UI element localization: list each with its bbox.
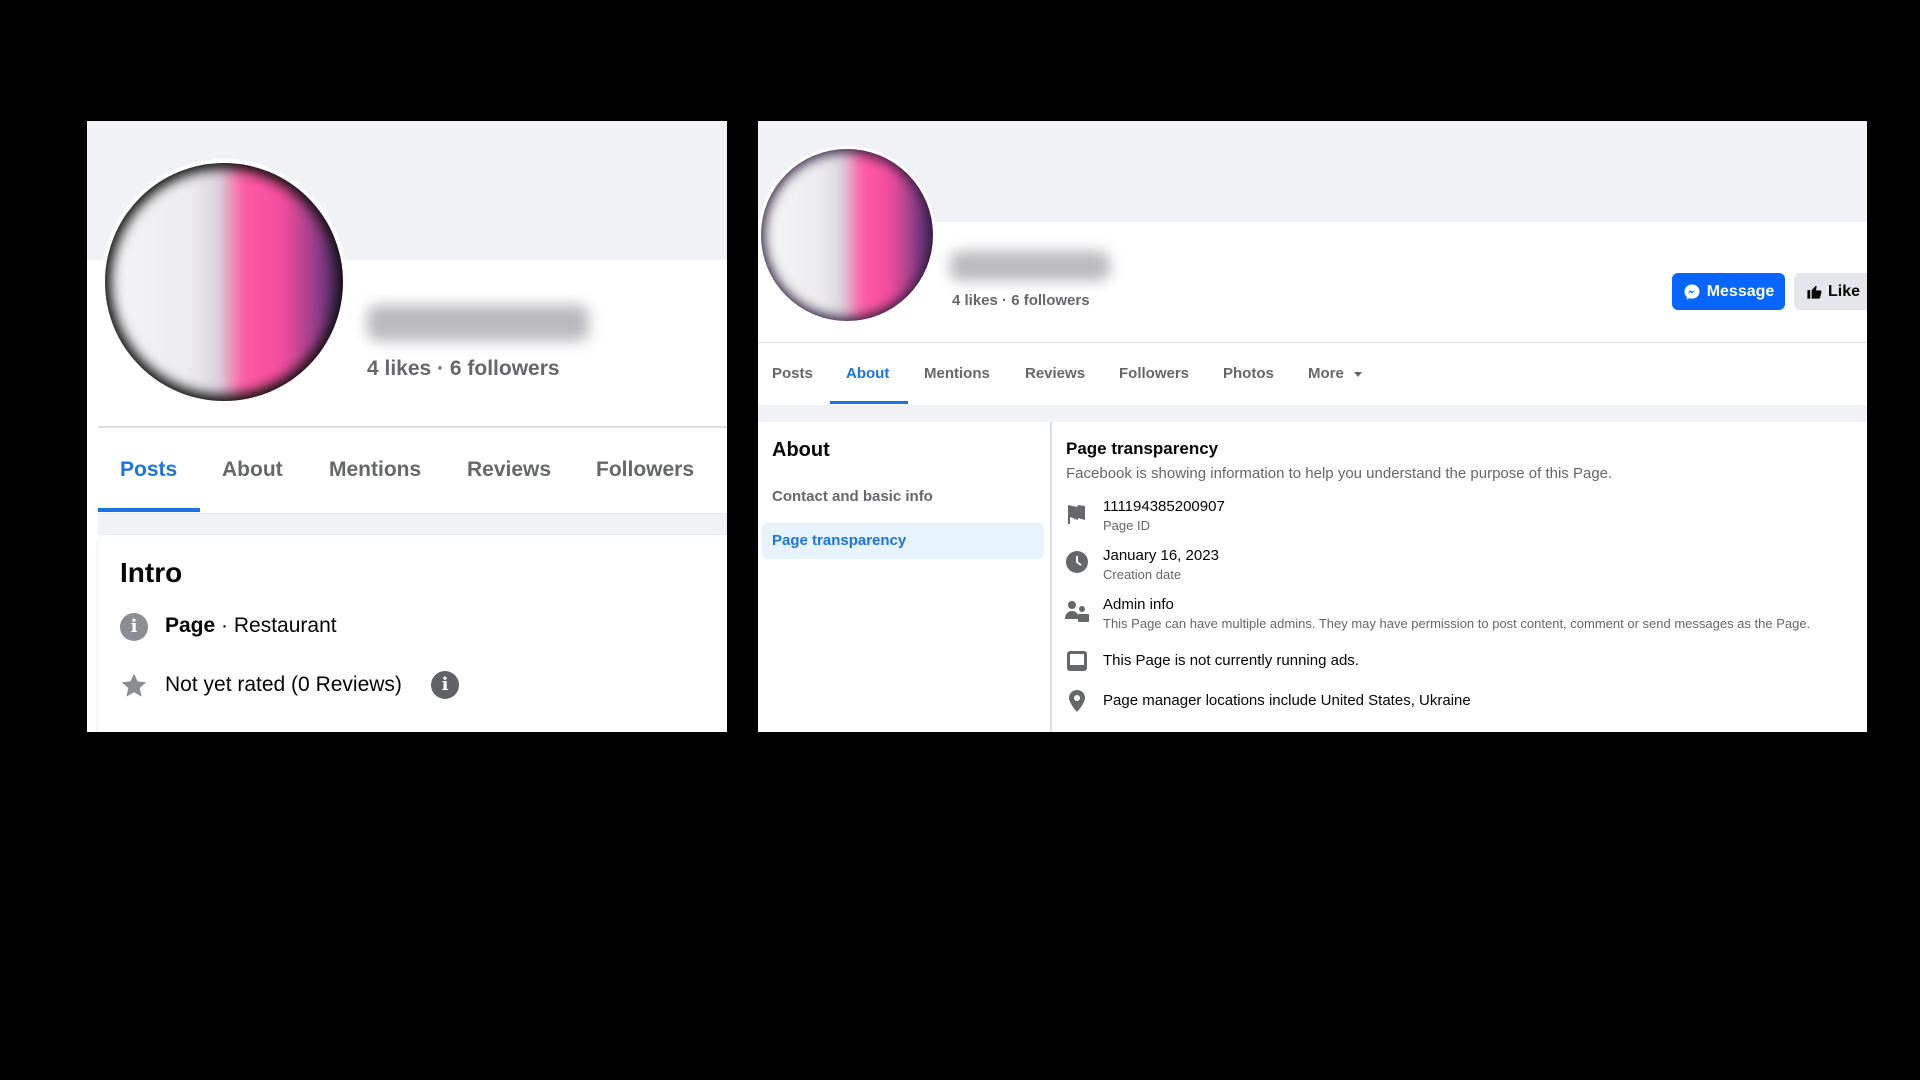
tabs-divider xyxy=(98,426,727,428)
ads-status: This Page is not currently running ads. xyxy=(1103,652,1359,669)
sidebar-item-page-transparency[interactable]: Page transparency xyxy=(762,523,1044,559)
caret-down-icon xyxy=(1354,371,1363,377)
admin-info-title: Admin info xyxy=(1103,596,1174,613)
like-button[interactable]: Like xyxy=(1794,273,1867,310)
page-transparency-section: Page transparency Facebook is showing in… xyxy=(1052,422,1867,732)
message-button[interactable]: Message xyxy=(1672,273,1785,310)
page-profile-about-panel: 4 likes · 6 followers Message Like Posts… xyxy=(758,121,1867,732)
tab-about[interactable]: About xyxy=(846,365,889,382)
page-stats: 4 likes · 6 followers xyxy=(952,292,1090,309)
page-transparency-title: Page transparency xyxy=(1066,439,1219,458)
page-id-label: Page ID xyxy=(1103,518,1150,533)
rating-info-icon[interactable]: i xyxy=(431,671,459,699)
page-name-blurred xyxy=(367,305,589,341)
clock-icon xyxy=(1066,551,1088,573)
tab-about[interactable]: About xyxy=(222,458,283,482)
admin-icon xyxy=(1065,601,1089,622)
tab-followers[interactable]: Followers xyxy=(1119,365,1189,382)
tabs-divider xyxy=(758,342,1867,343)
sidebar-item-contact-info[interactable]: Contact and basic info xyxy=(772,488,933,505)
tab-reviews[interactable]: Reviews xyxy=(1025,365,1085,382)
about-sidebar: About Contact and basic info Page transp… xyxy=(758,422,1052,732)
page-transparency-subtitle: Facebook is showing information to help … xyxy=(1066,465,1613,482)
rating-text: Not yet rated (0 Reviews) xyxy=(165,673,402,696)
profile-picture[interactable] xyxy=(758,146,936,324)
page-name-blurred xyxy=(950,251,1110,281)
thumbs-up-icon xyxy=(1807,285,1822,299)
tab-followers[interactable]: Followers xyxy=(596,458,694,482)
content-background xyxy=(758,405,1867,422)
intro-card: Intro i Page · Restaurant Not yet rated … xyxy=(98,535,727,732)
manager-locations: Page manager locations include United St… xyxy=(1103,692,1471,709)
admin-info-description: This Page can have multiple admins. They… xyxy=(1103,616,1811,631)
about-sidebar-title: About xyxy=(772,439,830,461)
star-icon xyxy=(121,673,147,697)
page-id-value: 111194385200907 xyxy=(1103,498,1225,515)
active-tab-indicator xyxy=(98,508,200,512)
tab-mentions[interactable]: Mentions xyxy=(924,365,990,382)
location-pin-icon xyxy=(1069,690,1085,712)
tab-posts[interactable]: Posts xyxy=(772,365,813,382)
tab-mentions[interactable]: Mentions xyxy=(329,458,421,482)
info-icon: i xyxy=(120,613,148,641)
creation-date-value: January 16, 2023 xyxy=(1103,547,1219,564)
page-category: Page · Restaurant xyxy=(165,614,337,637)
tab-more[interactable]: More xyxy=(1308,365,1363,382)
tab-photos[interactable]: Photos xyxy=(1223,365,1274,382)
flag-icon xyxy=(1068,505,1085,524)
creation-date-label: Creation date xyxy=(1103,567,1182,582)
ads-icon xyxy=(1067,651,1087,671)
profile-picture[interactable] xyxy=(101,159,347,405)
feed-background xyxy=(98,514,727,535)
messenger-icon xyxy=(1684,284,1700,299)
intro-title: Intro xyxy=(120,557,183,588)
tab-reviews[interactable]: Reviews xyxy=(467,458,551,482)
page-profile-posts-panel: 4 likes · 6 followers Posts About Mentio… xyxy=(87,121,727,732)
active-tab-indicator xyxy=(830,401,908,404)
page-stats: 4 likes · 6 followers xyxy=(367,357,560,380)
tab-posts[interactable]: Posts xyxy=(120,458,177,482)
